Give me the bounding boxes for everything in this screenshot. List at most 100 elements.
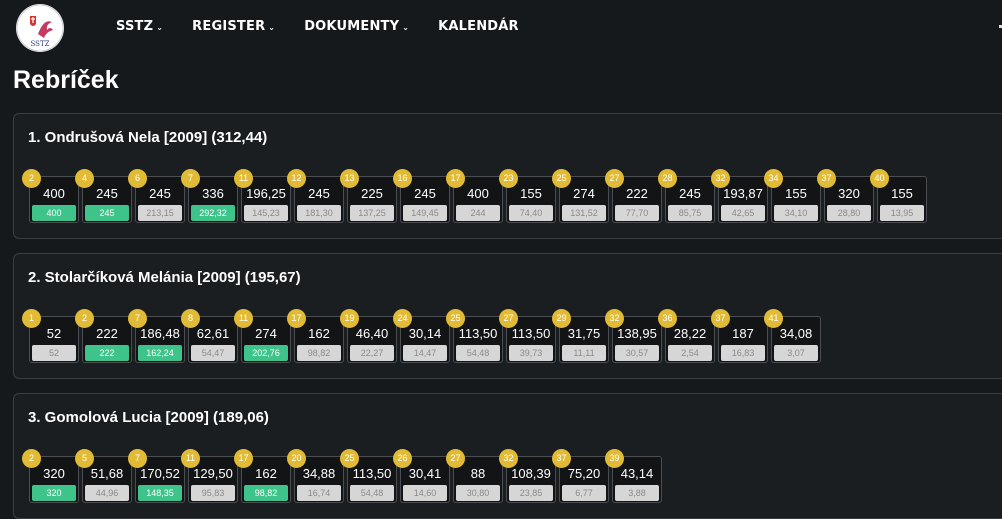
- tournament-tile[interactable]: 245 245 4: [75, 169, 132, 223]
- tournament-tile[interactable]: 62,61 54,47 8: [181, 309, 238, 363]
- weighted-points: 52: [32, 345, 76, 361]
- weighted-points: 74,40: [509, 205, 553, 221]
- tournament-tile[interactable]: 129,50 95,83 11: [181, 449, 238, 503]
- tournament-points: 138,95: [617, 326, 657, 341]
- tournament-tile[interactable]: 245 213,15 6: [128, 169, 185, 223]
- tournament-tile[interactable]: 187 16,83 37: [711, 309, 768, 363]
- counted-points: 400: [32, 205, 76, 221]
- rank-badge: 36: [658, 309, 677, 328]
- tournament-tile[interactable]: 222 222 2: [75, 309, 132, 363]
- tournament-tile[interactable]: 113,50 39,73 27: [499, 309, 556, 363]
- weighted-points: 244: [456, 205, 500, 221]
- tournament-tile[interactable]: 245 149,45 16: [393, 169, 450, 223]
- tournament-tile[interactable]: 155 34,10 34: [764, 169, 821, 223]
- player-title[interactable]: 3. Gomolová Lucia [2009] (189,06): [28, 409, 269, 426]
- weighted-points: 98,82: [297, 345, 341, 361]
- tournament-points: 31,75: [567, 326, 601, 341]
- tournament-tile[interactable]: 52 52 1: [22, 309, 79, 363]
- tournament-tile[interactable]: 75,20 6,77 37: [552, 449, 609, 503]
- tournament-tile[interactable]: 30,41 14,60 26: [393, 449, 450, 503]
- weighted-points: 23,85: [509, 485, 553, 501]
- rank-badge: 25: [446, 309, 465, 328]
- player-title[interactable]: 2. Stolarčíková Melánia [2009] (195,67): [28, 269, 301, 286]
- weighted-points: 30,57: [615, 345, 659, 361]
- weighted-points: 181,30: [297, 205, 341, 221]
- tournament-tile[interactable]: 196,25 145,23 11: [234, 169, 291, 223]
- nav-item-sstz[interactable]: SSTZ ⌄: [116, 19, 163, 34]
- tournament-points: 155: [891, 186, 913, 201]
- sstz-logo-emblem: SSTZ: [16, 4, 64, 52]
- weighted-points: 22,27: [350, 345, 394, 361]
- tournament-tile[interactable]: 162 98,82 17: [287, 309, 344, 363]
- tournament-points: 170,52: [140, 466, 180, 481]
- sstz-logo[interactable]: SSTZ: [16, 4, 64, 52]
- rank-badge: 34: [764, 169, 783, 188]
- tournament-tile[interactable]: 186,48 162,24 7: [128, 309, 185, 363]
- rank-badge: 7: [128, 309, 147, 328]
- tournament-tile[interactable]: 34,88 16,74 20: [287, 449, 344, 503]
- tournament-tile[interactable]: 34,08 3,07 41: [764, 309, 821, 363]
- weighted-points: 28,80: [827, 205, 871, 221]
- tournament-tile[interactable]: 245 181,30 12: [287, 169, 344, 223]
- weighted-points: 213,15: [138, 205, 182, 221]
- tournament-tile[interactable]: 320 320 2: [22, 449, 79, 503]
- weighted-points: 30,80: [456, 485, 500, 501]
- nav-item-label: DOKUMENTY: [304, 19, 400, 34]
- tournament-tile[interactable]: 43,14 3,88 39: [605, 449, 662, 503]
- tournament-points: 113,50: [511, 326, 551, 341]
- weighted-points: 14,47: [403, 345, 447, 361]
- tournament-tile[interactable]: 108,39 23,85 32: [499, 449, 556, 503]
- rank-badge: 12: [287, 169, 306, 188]
- tournament-points: 30,41: [408, 466, 442, 481]
- nav-item-register[interactable]: REGISTER ⌄: [192, 19, 275, 34]
- rank-badge: 2: [22, 169, 41, 188]
- tournament-points: 274: [573, 186, 595, 201]
- tournament-tile[interactable]: 46,40 22,27 19: [340, 309, 397, 363]
- tournament-tile[interactable]: 51,68 44,96 5: [75, 449, 132, 503]
- tournament-tile[interactable]: 155 13,95 40: [870, 169, 927, 223]
- player-title[interactable]: 1. Ondrušová Nela [2009] (312,44): [28, 129, 267, 146]
- rank-badge: 39: [605, 449, 624, 468]
- tournament-tile[interactable]: 320 28,80 37: [817, 169, 874, 223]
- tournament-points: 274: [255, 326, 277, 341]
- rank-badge: 13: [340, 169, 359, 188]
- tournament-tile[interactable]: 113,50 54,48 25: [340, 449, 397, 503]
- rank-badge: 26: [393, 449, 412, 468]
- weighted-points: 3,07: [774, 345, 818, 361]
- rank-badge: 17: [446, 169, 465, 188]
- main-menu: SSTZ ⌄ REGISTER ⌄ DOKUMENTY ⌄ KALENDÁR: [116, 19, 548, 34]
- tournament-tile[interactable]: 336 292,32 7: [181, 169, 238, 223]
- tournament-tile[interactable]: 31,75 11,11 29: [552, 309, 609, 363]
- counted-points: 320: [32, 485, 76, 501]
- tournament-tile[interactable]: 225 137,25 13: [340, 169, 397, 223]
- tournament-tile[interactable]: 274 131,52 25: [552, 169, 609, 223]
- tournament-tile[interactable]: 222 77,70 27: [605, 169, 662, 223]
- tournament-tile[interactable]: 245 85,75 28: [658, 169, 715, 223]
- tournament-tile[interactable]: 88 30,80 27: [446, 449, 503, 503]
- tournament-points: 162: [308, 326, 330, 341]
- tournament-tile[interactable]: 170,52 148,35 7: [128, 449, 185, 503]
- tournament-tile[interactable]: 30,14 14,47 24: [393, 309, 450, 363]
- counted-points: 148,35: [138, 485, 182, 501]
- rank-badge: 7: [128, 449, 147, 468]
- rank-badge: 37: [711, 309, 730, 328]
- tournament-tile[interactable]: 193,87 42,65 32: [711, 169, 768, 223]
- nav-item-dokumenty[interactable]: DOKUMENTY ⌄: [304, 19, 409, 34]
- player-card: 3. Gomolová Lucia [2009] (189,06) 320 320 2…: [13, 393, 1002, 519]
- tournament-tile[interactable]: 162 98,82 17: [234, 449, 291, 503]
- rank-badge: 32: [499, 449, 518, 468]
- tournament-tile[interactable]: 28,22 2,54 36: [658, 309, 715, 363]
- tournament-tile[interactable]: 400 244 17: [446, 169, 503, 223]
- tournament-tile[interactable]: 138,95 30,57 32: [605, 309, 662, 363]
- counted-points: 292,32: [191, 205, 235, 221]
- nav-item-kalendar[interactable]: KALENDÁR: [438, 19, 519, 34]
- tournament-tile[interactable]: 400 400 2: [22, 169, 79, 223]
- tournament-tile[interactable]: 113,50 54,48 25: [446, 309, 503, 363]
- counted-points: 245: [85, 205, 129, 221]
- rank-badge: 8: [181, 309, 200, 328]
- rank-badge: 24: [393, 309, 412, 328]
- weighted-points: 2,54: [668, 345, 712, 361]
- tournament-tile[interactable]: 155 74,40 23: [499, 169, 556, 223]
- tournament-tile[interactable]: 274 202,76 11: [234, 309, 291, 363]
- tournament-points: 52: [46, 326, 62, 341]
